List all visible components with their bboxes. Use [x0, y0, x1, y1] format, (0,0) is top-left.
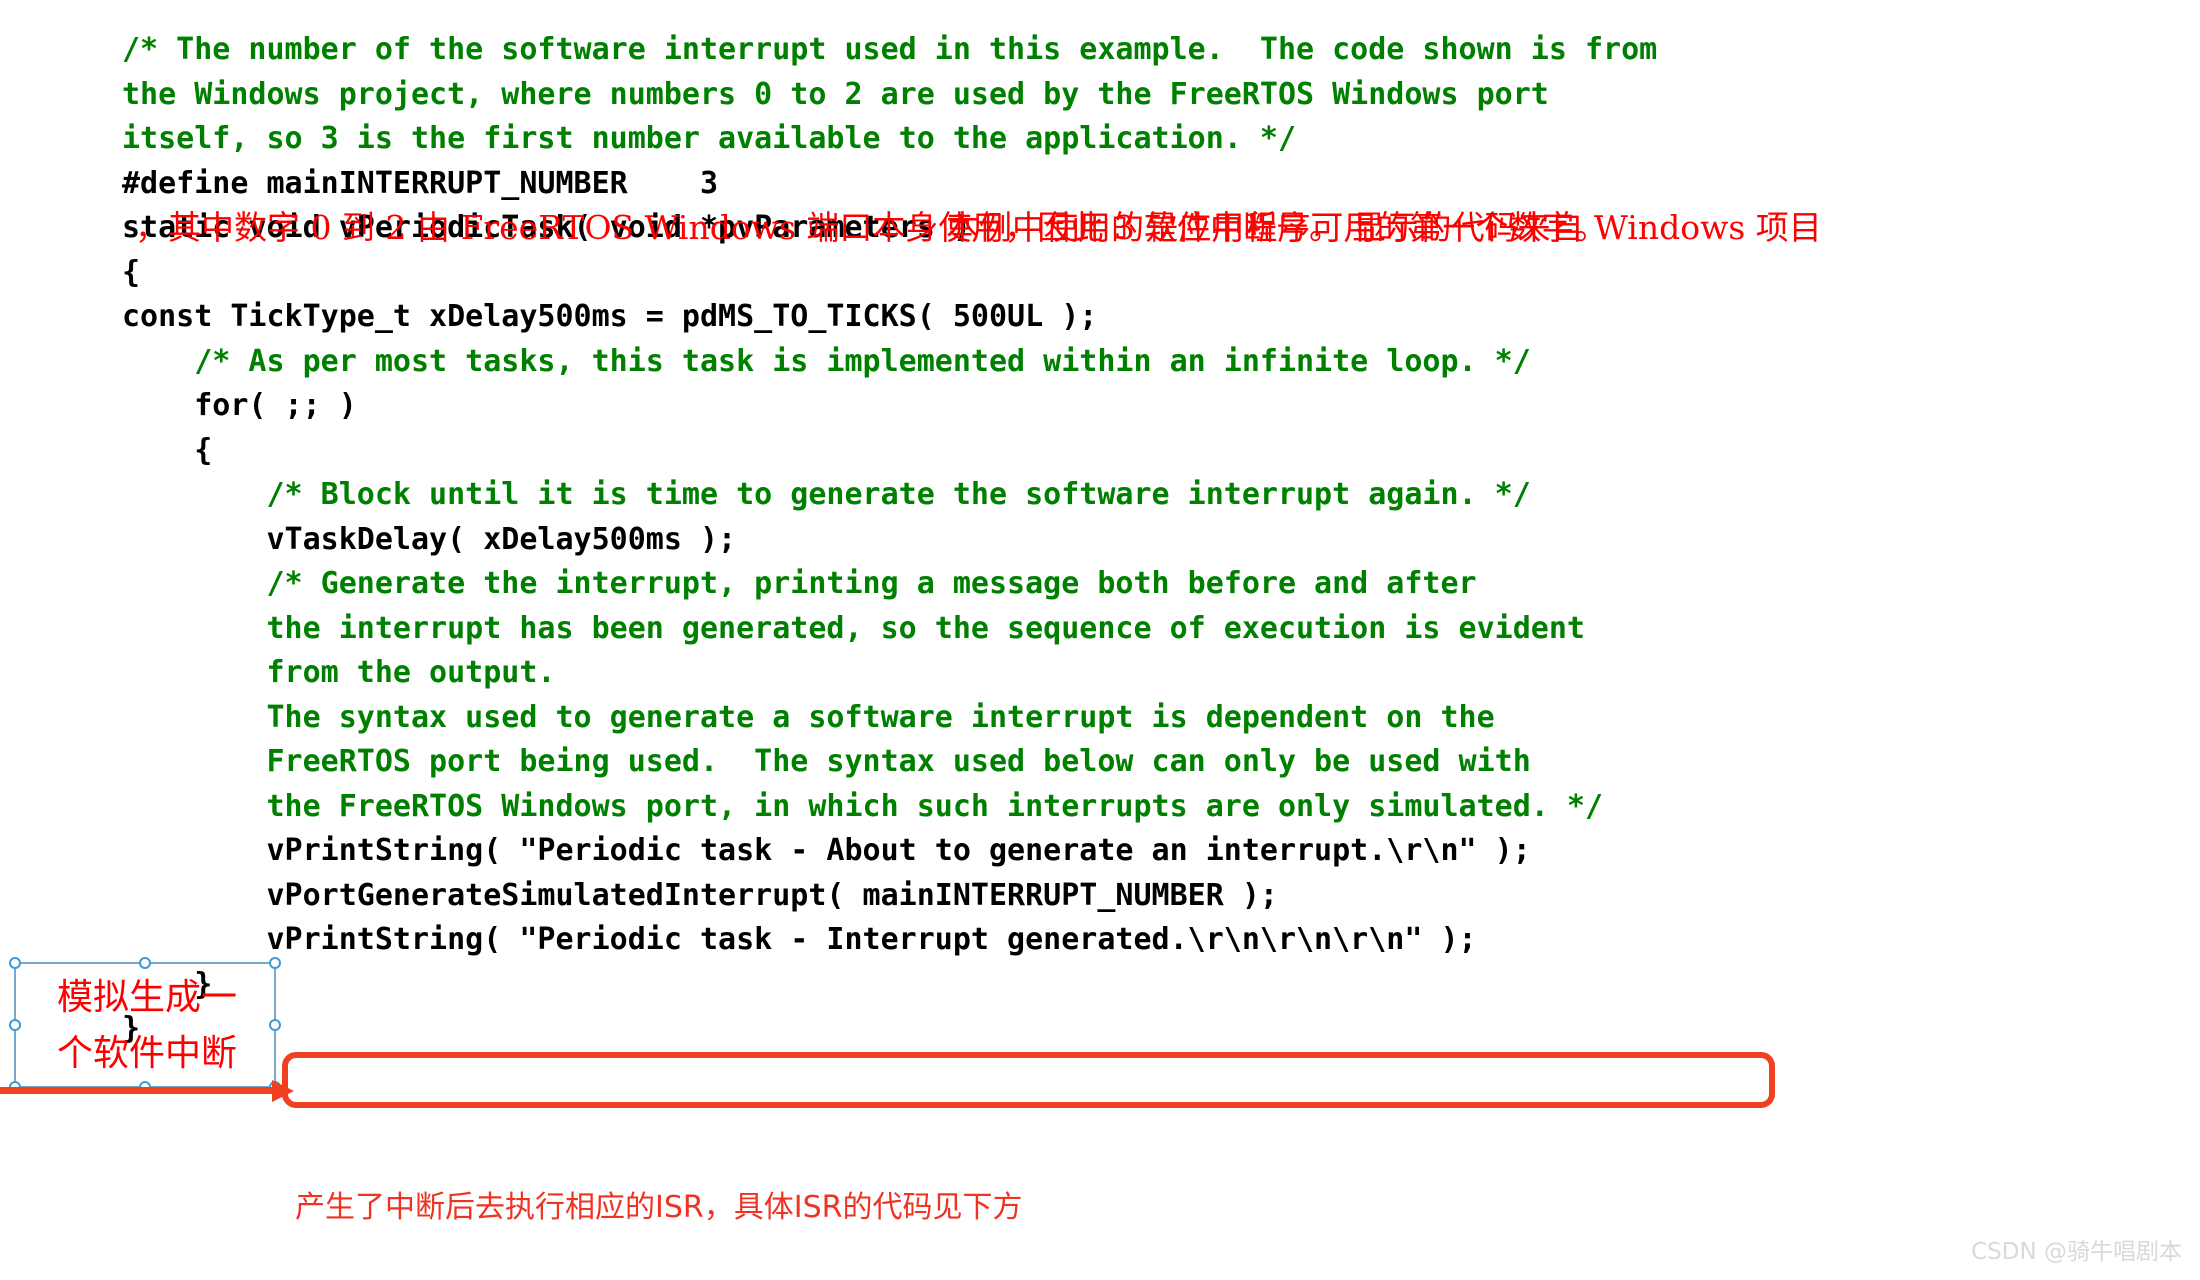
resize-handle-top-left[interactable]: [9, 957, 21, 969]
code-line: }: [122, 966, 213, 1002]
code-line: the FreeRTOS Windows port, in which such…: [122, 788, 1604, 824]
resize-handle-middle-right[interactable]: [269, 1019, 281, 1031]
callout-text-box[interactable]: 模拟生成一 个软件中断: [9, 957, 281, 1093]
code-line: FreeRTOS port being used. The syntax use…: [122, 744, 1531, 779]
resize-handle-top-center[interactable]: [139, 957, 151, 969]
code-line: itself, so 3 is the first number availab…: [122, 121, 1296, 156]
callout-arrow-icon: [0, 1080, 300, 1102]
code-line: the interrupt has been generated, so the…: [122, 610, 1585, 646]
code-line: /* Block until it is time to generate th…: [122, 477, 1531, 512]
code-line: /* As per most tasks, this task is imple…: [122, 343, 1531, 379]
code-line: for( ;; ): [122, 388, 357, 423]
callout-text-label: 模拟生成一 个软件中断: [56, 977, 237, 1074]
code-line: vPrintString( "Periodic task - Interrupt…: [122, 922, 1477, 957]
code-highlight-box: [282, 1052, 1775, 1108]
define-annotation: 本例中使用的软件中断号。 显示的代码来自 Windows 项目 ，其中数字 0 …: [135, 160, 2185, 295]
code-line: the Windows project, where numbers 0 to …: [122, 76, 1549, 112]
code-line: vTaskDelay( xDelay500ms );: [122, 521, 737, 557]
code-line: /* Generate the interrupt, printing a me…: [122, 566, 1477, 601]
code-line: vPortGenerateSimulatedInterrupt( mainINT…: [122, 877, 1278, 913]
code-line: /* The number of the software interrupt …: [122, 32, 1658, 67]
isr-annotation: 产生了中断后去执行相应的ISR，具体ISR的代码见下方: [295, 1190, 1023, 1225]
code-line: }: [122, 1011, 141, 1046]
define-annotation-line-2: ，其中数字 0 到 2 由 FreeRTOS Windows 端口本身使用，因此…: [135, 208, 1608, 247]
watermark: CSDN @骑牛唱剧本: [1971, 1239, 2182, 1265]
resize-handle-middle-left[interactable]: [9, 1019, 21, 1031]
code-line: vPrintString( "Periodic task - About to …: [122, 833, 1531, 868]
code-line: The syntax used to generate a software i…: [122, 699, 1495, 735]
code-line: const TickType_t xDelay500ms = pdMS_TO_T…: [122, 299, 1098, 334]
code-line: {: [122, 432, 213, 468]
code-line: from the output.: [122, 655, 556, 690]
arrow-shaft: [0, 1087, 282, 1094]
resize-handle-top-right[interactable]: [269, 957, 281, 969]
